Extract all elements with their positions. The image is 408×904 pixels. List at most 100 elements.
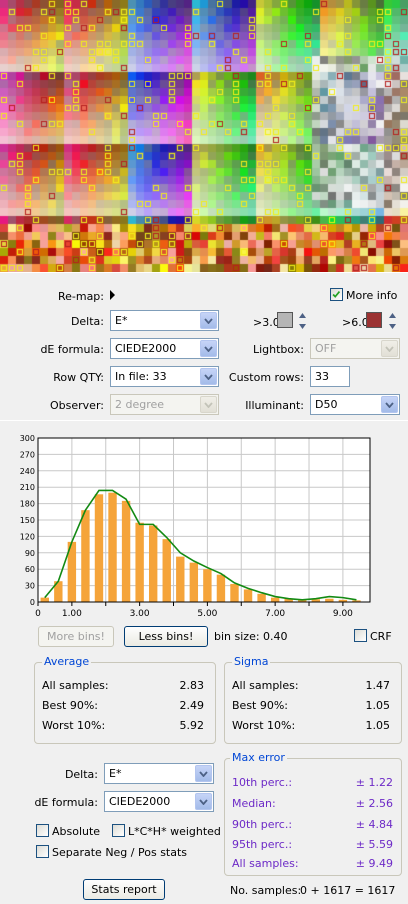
threshold-high-label: >6.0 xyxy=(342,316,369,329)
chevron-down-icon xyxy=(381,396,398,413)
y-tick-label: 150 xyxy=(20,516,35,525)
stats-report-button[interactable]: Stats report xyxy=(83,879,165,900)
x-tick-label: 1.00 xyxy=(62,609,82,619)
less-bins-button[interactable]: Less bins! xyxy=(124,626,208,647)
row-qty-label: Row QTY: xyxy=(53,371,104,384)
max-error-label-p90: 90th perc.: xyxy=(232,818,293,831)
max-error-value-p90: ± 4.84 xyxy=(355,818,393,831)
y-tick-label: 0 xyxy=(30,598,35,607)
y-tick-label: 270 xyxy=(20,450,35,459)
color-patch-chart[interactable] xyxy=(0,0,408,272)
illuminant-select-value: D50 xyxy=(315,398,338,411)
more-info-label: More info xyxy=(346,289,398,302)
chevron-down-icon xyxy=(200,340,217,357)
sigma-value-best: 1.05 xyxy=(365,699,391,712)
stats-delta-label: Delta: xyxy=(64,768,98,781)
custom-rows-input[interactable]: 33 xyxy=(310,366,350,387)
delta-select-value: E* xyxy=(115,314,128,327)
sigma-title: Sigma xyxy=(232,655,271,668)
chevron-down-icon xyxy=(200,396,217,413)
more-bins-button[interactable]: More bins! xyxy=(38,626,114,647)
separate-neg-pos-checkbox[interactable] xyxy=(36,845,49,858)
de-formula-select[interactable]: CIEDE2000 xyxy=(110,338,219,359)
x-tick-label: 3.00 xyxy=(130,609,150,619)
separate-neg-pos-label: Separate Neg / Pos stats xyxy=(52,846,188,859)
chevron-down-icon xyxy=(195,793,212,810)
x-tick-label-zero: 0 xyxy=(35,609,41,619)
row-qty-select[interactable]: In file: 33 xyxy=(110,366,219,387)
absolute-checkbox[interactable] xyxy=(36,824,49,837)
average-title: Average xyxy=(42,655,92,668)
stats-formula-label: dE formula: xyxy=(34,796,98,809)
average-label-best: Best 90%: xyxy=(42,699,99,712)
average-label-all: All samples: xyxy=(42,679,109,692)
delta-e-histogram: 0 30 60 90 120 150 180 210 240 270 300 1.00 3.00 5.00… xyxy=(20,434,371,619)
samples-value: 0 + 1617 = 1617 xyxy=(300,884,396,897)
sigma-label-worst: Worst 10%: xyxy=(232,719,296,732)
max-error-label-median: Median: xyxy=(232,797,276,810)
chevron-down-icon xyxy=(200,312,217,329)
histogram-bar xyxy=(230,583,239,602)
histogram-bar xyxy=(176,556,185,602)
histogram-bar xyxy=(257,593,266,602)
histogram-bar xyxy=(203,569,212,602)
histogram-bar xyxy=(243,589,253,602)
max-error-label-all: All samples: xyxy=(232,857,299,870)
illuminant-select[interactable]: D50 xyxy=(310,394,400,415)
y-tick-label: 300 xyxy=(20,434,35,443)
crf-checkbox[interactable] xyxy=(354,629,367,642)
max-error-value-p10: ± 1.22 xyxy=(355,776,393,789)
threshold-low-spinner[interactable] xyxy=(298,310,307,332)
observer-select[interactable]: 2 degree xyxy=(110,394,219,415)
histogram-bar xyxy=(81,510,90,602)
stats-formula-select-value: CIEDE2000 xyxy=(109,795,171,808)
lightbox-select-value: OFF xyxy=(315,342,337,355)
threshold-high-spinner[interactable] xyxy=(388,310,397,332)
remap-arrow-icon[interactable] xyxy=(110,290,115,300)
x-tick-label: 9.00 xyxy=(333,609,353,619)
threshold-low-label: >3.0 xyxy=(253,316,280,329)
observer-select-value: 2 degree xyxy=(115,398,165,411)
lightbox-select[interactable]: OFF xyxy=(310,338,400,359)
histogram-bar xyxy=(94,494,104,602)
de-formula-select-value: CIEDE2000 xyxy=(115,342,177,355)
delta-select[interactable]: E* xyxy=(110,310,219,331)
y-tick-label: 180 xyxy=(20,500,35,509)
y-tick-label: 210 xyxy=(20,483,35,492)
x-tick-label: 7.00 xyxy=(265,609,285,619)
observer-label: Observer: xyxy=(50,399,104,412)
histogram-bar xyxy=(121,500,131,602)
y-tick-label: 60 xyxy=(25,565,35,574)
row-qty-select-value: In file: 33 xyxy=(115,370,167,383)
y-tick-label: 240 xyxy=(20,467,35,476)
remap-label: Re-map: xyxy=(57,290,104,303)
sigma-value-worst: 1.05 xyxy=(365,719,391,732)
more-info-checkbox[interactable] xyxy=(330,288,343,301)
chevron-down-icon xyxy=(200,368,217,385)
chevron-down-icon xyxy=(381,340,398,357)
average-value-all: 2.83 xyxy=(179,679,205,692)
average-value-best: 2.49 xyxy=(179,699,205,712)
y-tick-label: 90 xyxy=(25,549,35,558)
max-error-title: Max error xyxy=(230,751,287,764)
histogram-bar xyxy=(189,562,199,602)
de-formula-label: dE formula: xyxy=(40,343,104,356)
average-label-worst: Worst 10%: xyxy=(42,719,106,732)
histogram-bar xyxy=(135,522,144,602)
illuminant-label: Illuminant: xyxy=(245,399,304,412)
samples-label: No. samples: xyxy=(230,884,302,897)
lch-weighted-checkbox[interactable] xyxy=(112,824,125,837)
threshold-low-swatch[interactable] xyxy=(277,312,293,328)
histogram-bar xyxy=(270,597,280,602)
sigma-label-all: All samples: xyxy=(232,679,299,692)
sigma-value-all: 1.47 xyxy=(365,679,391,692)
lightbox-label: Lightbox: xyxy=(252,343,304,356)
max-error-value-all: ± 9.49 xyxy=(355,857,393,870)
absolute-label: Absolute xyxy=(52,825,101,838)
max-error-label-p95: 95th perc.: xyxy=(232,838,293,851)
y-tick-label: 120 xyxy=(20,532,35,541)
threshold-high-swatch[interactable] xyxy=(366,312,382,328)
stats-delta-select[interactable]: E* xyxy=(104,763,214,784)
stats-formula-select[interactable]: CIEDE2000 xyxy=(104,791,214,812)
custom-rows-label: Custom rows: xyxy=(228,371,304,384)
